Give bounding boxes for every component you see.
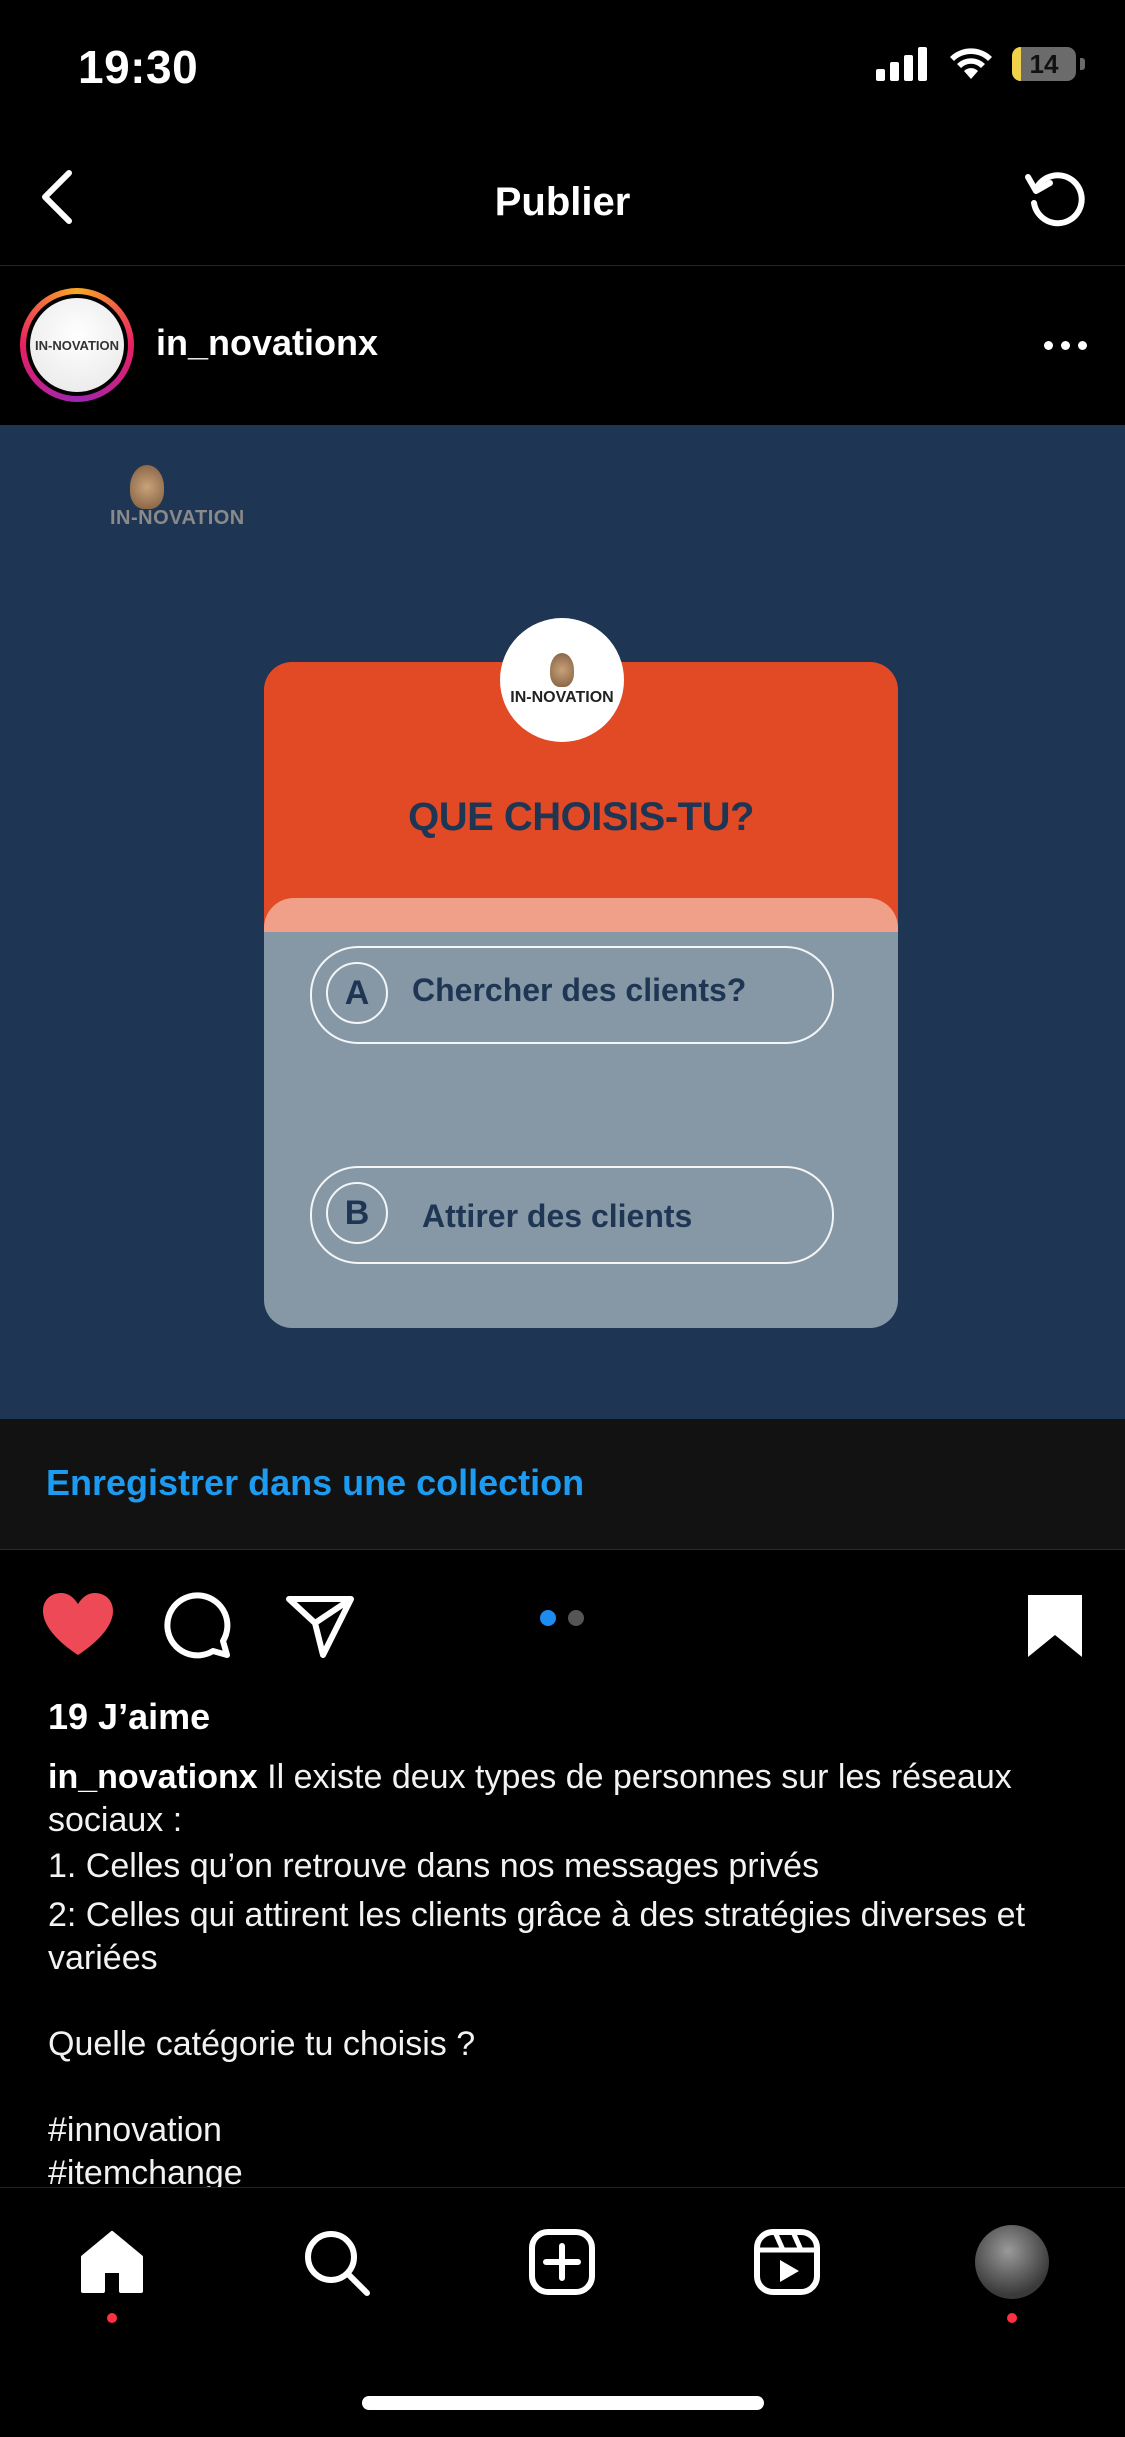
option-letter: B xyxy=(326,1182,388,1244)
avatar[interactable]: IN-NOVATION xyxy=(20,288,134,402)
like-button[interactable] xyxy=(38,1588,118,1660)
more-dot-icon xyxy=(1077,340,1087,350)
tab-home[interactable] xyxy=(72,2222,152,2302)
carousel-dot xyxy=(568,1610,584,1626)
quiz-option-a: A Chercher des clients? xyxy=(310,946,834,1044)
lightbulb-icon xyxy=(130,465,164,509)
battery-cap xyxy=(1080,58,1085,70)
create-icon xyxy=(529,2229,595,2295)
battery-level: 14 xyxy=(1029,48,1059,79)
home-icon xyxy=(81,2231,143,2293)
quiz-logo: IN-NOVATION xyxy=(500,618,624,742)
option-label: Chercher des clients? xyxy=(412,972,747,1008)
caption: in_novationx Il existe deux types de per… xyxy=(48,1756,1088,2187)
avatar-logo: IN-NOVATION xyxy=(30,298,124,392)
comment-icon xyxy=(164,1592,231,1659)
home-notification-dot xyxy=(107,2313,117,2323)
battery-icon: 14 xyxy=(1012,47,1076,81)
tab-reels[interactable] xyxy=(747,2222,827,2302)
quiz-question: QUE CHOISIS-TU? xyxy=(408,795,754,839)
profile-notification-dot xyxy=(1007,2313,1017,2323)
caption-container: in_novationx Il existe deux types de per… xyxy=(0,1740,1125,2187)
signal-icon xyxy=(876,47,927,81)
caption-line: Quelle catégorie tu choisis ? xyxy=(48,2025,476,2063)
share-button[interactable] xyxy=(282,1588,358,1664)
save-button[interactable] xyxy=(1023,1590,1087,1662)
carousel-dot-active xyxy=(540,1610,556,1626)
caption-line: 2: Celles qui attirent les clients grâce… xyxy=(48,1896,1026,1977)
home-indicator xyxy=(362,2396,764,2410)
tab-profile[interactable] xyxy=(972,2222,1052,2302)
refresh-icon xyxy=(1025,172,1085,227)
caption-line: 1. Celles qu’on retrouve dans nos messag… xyxy=(48,1847,820,1885)
tab-create[interactable] xyxy=(522,2222,602,2302)
caption-hashtag[interactable]: #itemchange xyxy=(48,2152,1088,2187)
tab-search[interactable] xyxy=(296,2222,376,2302)
more-options-button[interactable] xyxy=(1035,320,1095,370)
profile-avatar xyxy=(975,2225,1049,2299)
watermark-logo: IN-NOVATION xyxy=(110,465,260,545)
page-title: Publier xyxy=(494,180,631,224)
search-icon xyxy=(305,2231,370,2296)
comment-button[interactable] xyxy=(160,1588,236,1664)
quiz-option-b: B Attirer des clients xyxy=(310,1166,834,1264)
quiz-card-divider xyxy=(264,898,898,932)
wifi-icon xyxy=(950,48,992,79)
quiz-logo-text: IN-NOVATION xyxy=(510,689,614,706)
post-username[interactable]: in_novationx xyxy=(156,322,378,364)
option-label: Attirer des clients xyxy=(422,1198,693,1234)
caption-username[interactable]: in_novationx xyxy=(48,1758,258,1796)
refresh-button[interactable] xyxy=(1017,158,1097,238)
watermark-text: IN-NOVATION xyxy=(110,507,245,529)
more-dot-icon xyxy=(1060,340,1070,350)
carousel-indicator xyxy=(540,1610,584,1626)
heart-filled-icon xyxy=(43,1593,113,1655)
paper-plane-icon xyxy=(286,1596,354,1658)
bookmark-filled-icon xyxy=(1028,1595,1082,1657)
save-to-collection-link[interactable]: Enregistrer dans une collection xyxy=(46,1462,584,1504)
status-indicators: 14 xyxy=(876,44,1085,84)
lightbulb-icon xyxy=(550,653,574,687)
likes-count[interactable]: 19 J’aime xyxy=(48,1696,210,1738)
option-letter: A xyxy=(326,962,388,1024)
status-time: 19:30 xyxy=(78,41,199,93)
more-dot-icon xyxy=(1043,340,1053,350)
caption-hashtag[interactable]: #innovation xyxy=(48,2109,1088,2152)
reels-icon xyxy=(754,2229,820,2295)
